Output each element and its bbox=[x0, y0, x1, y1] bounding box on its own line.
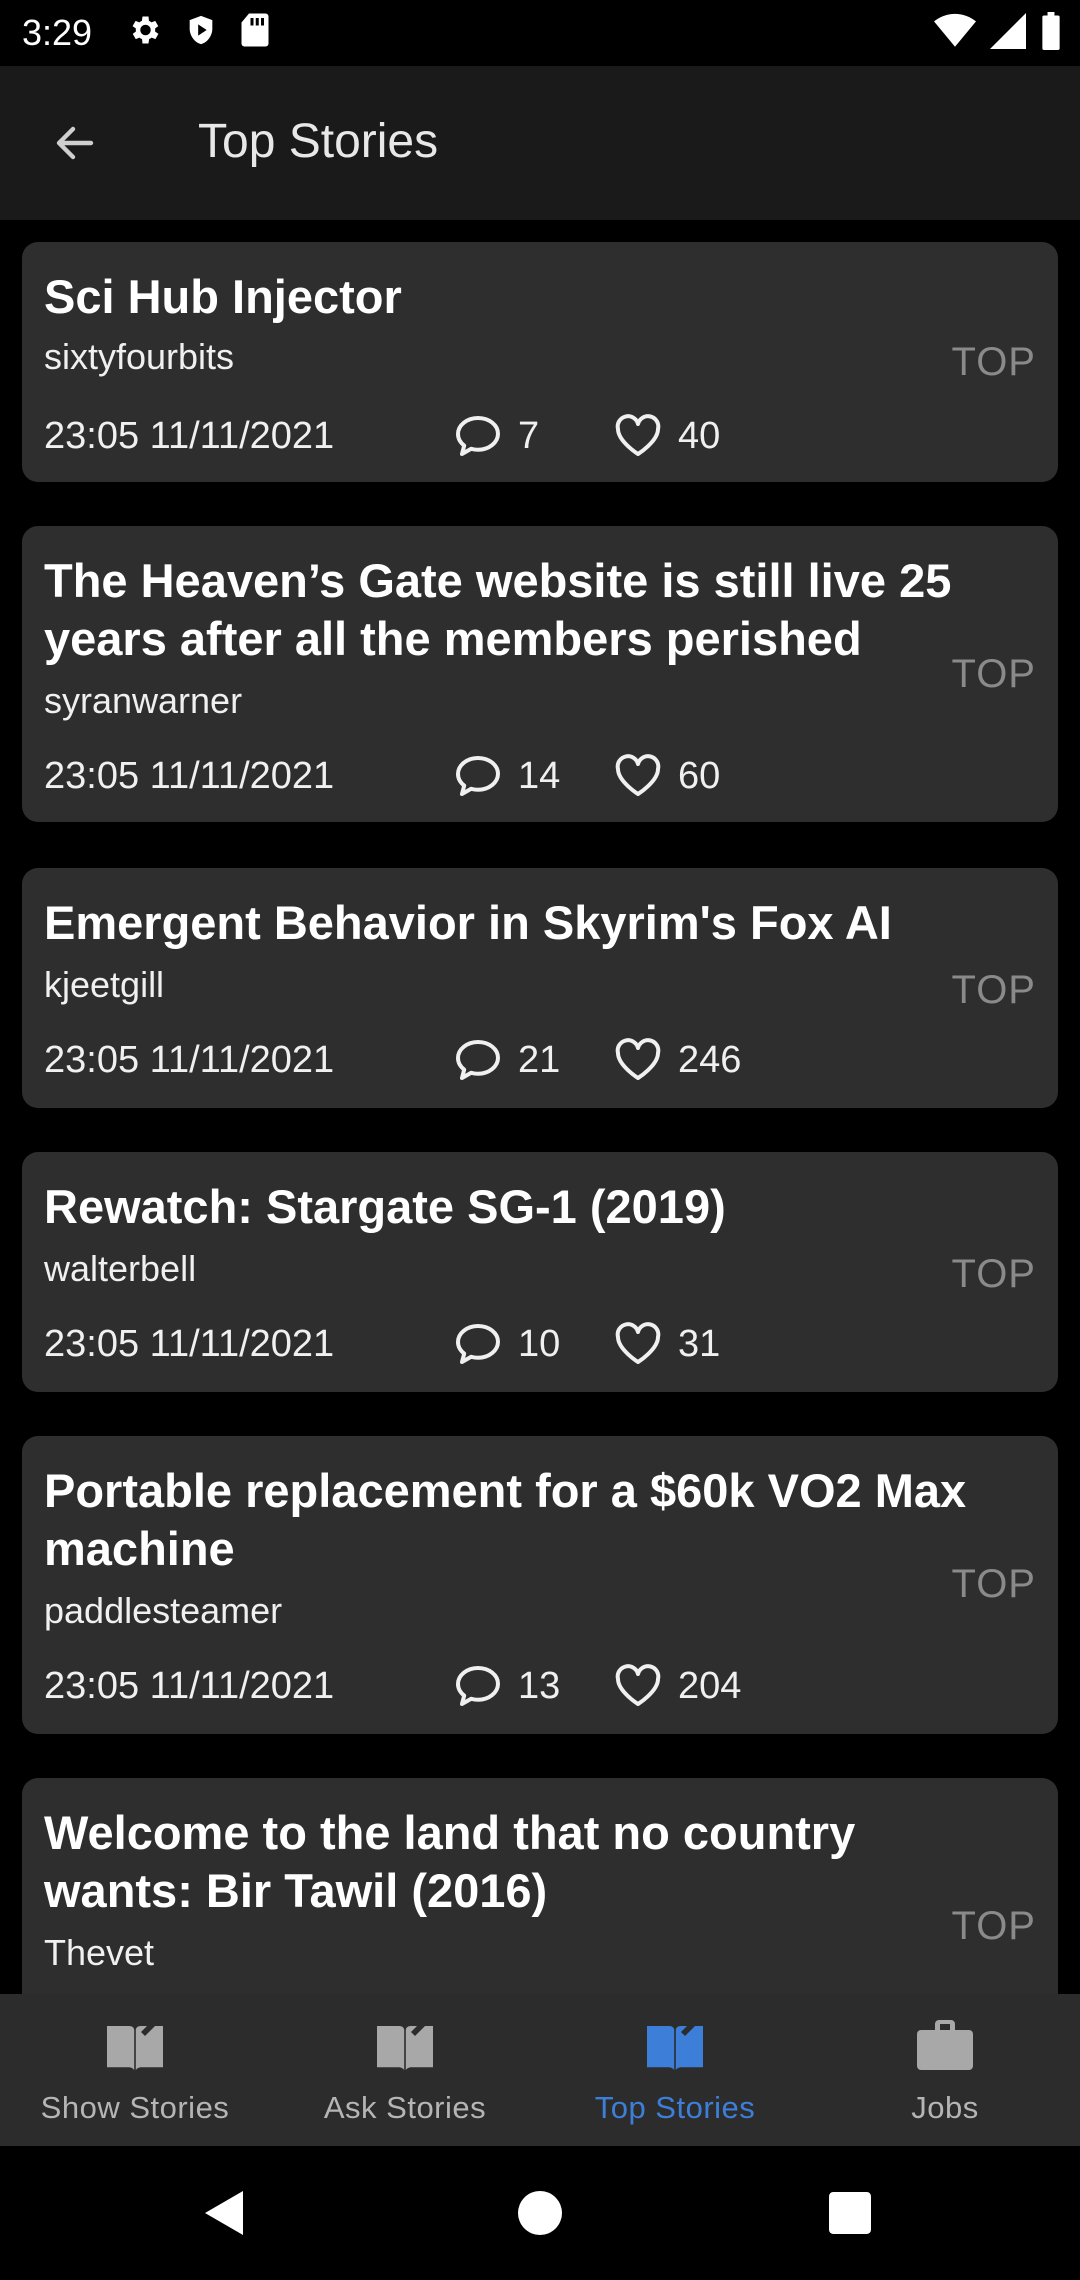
story-meta: 23:05 11/11/2021 10 31 bbox=[44, 1322, 720, 1366]
story-card[interactable]: The Heaven’s Gate website is still live … bbox=[22, 526, 1058, 822]
story-title[interactable]: Emergent Behavior in Skyrim's Fox AI bbox=[44, 894, 984, 952]
story-meta: 23:05 11/11/2021 7 40 bbox=[44, 414, 720, 458]
story-time: 23:05 11/11/2021 bbox=[44, 1322, 335, 1365]
story-meta: 23:05 11/11/2021 21 246 bbox=[44, 1038, 741, 1082]
comment-icon bbox=[456, 1666, 500, 1706]
tab-label: Show Stories bbox=[40, 2090, 230, 2125]
like-count[interactable]: 204 bbox=[614, 1664, 741, 1708]
comment-count-value: 13 bbox=[518, 1664, 561, 1707]
story-card[interactable]: Emergent Behavior in Skyrim's Fox AI kje… bbox=[22, 868, 1058, 1108]
like-count[interactable]: 60 bbox=[614, 754, 720, 798]
gear-icon bbox=[126, 12, 162, 53]
comment-icon bbox=[456, 756, 500, 796]
like-count-value: 40 bbox=[678, 414, 721, 457]
comment-count-value: 7 bbox=[518, 414, 540, 457]
heart-icon bbox=[615, 1038, 661, 1080]
story-card[interactable]: Welcome to the land that no country want… bbox=[22, 1778, 1058, 1994]
status-icons-left bbox=[126, 12, 270, 53]
book-open-icon bbox=[647, 2020, 703, 2070]
story-tag: TOP bbox=[951, 652, 1036, 696]
story-tag: TOP bbox=[951, 1252, 1036, 1296]
comment-count-value: 14 bbox=[518, 754, 561, 797]
story-title[interactable]: The Heaven’s Gate website is still live … bbox=[44, 552, 984, 668]
tab-show-stories[interactable]: Show Stories bbox=[0, 1994, 270, 2146]
story-tag: TOP bbox=[951, 340, 1036, 384]
story-meta: 23:05 11/11/2021 13 204 bbox=[44, 1664, 741, 1708]
comment-count[interactable]: 7 bbox=[454, 414, 614, 458]
story-time: 23:05 11/11/2021 bbox=[44, 754, 335, 797]
heart-icon bbox=[615, 1322, 661, 1364]
story-tag: TOP bbox=[951, 1904, 1036, 1948]
story-card[interactable]: Portable replacement for a $60k VO2 Max … bbox=[22, 1436, 1058, 1734]
sd-card-icon bbox=[240, 12, 270, 53]
book-open-icon bbox=[377, 2020, 433, 2070]
story-title[interactable]: Rewatch: Stargate SG-1 (2019) bbox=[44, 1178, 984, 1236]
comment-icon bbox=[456, 1040, 500, 1080]
like-count-value: 60 bbox=[678, 754, 721, 797]
heart-icon bbox=[615, 414, 661, 456]
wifi-icon bbox=[934, 13, 976, 54]
comment-count-value: 21 bbox=[518, 1038, 561, 1081]
arrow-left-icon bbox=[56, 126, 94, 160]
status-icons-right bbox=[934, 12, 1062, 55]
tab-label: Top Stories bbox=[594, 2090, 756, 2125]
system-home-button[interactable] bbox=[505, 2178, 575, 2248]
like-count-value: 204 bbox=[678, 1664, 742, 1707]
story-meta: 23:05 11/11/2021 14 60 bbox=[44, 754, 720, 798]
story-author: sixtyfourbits bbox=[44, 336, 235, 377]
heart-icon bbox=[615, 754, 661, 796]
story-author: kjeetgill bbox=[44, 964, 165, 1005]
comment-icon bbox=[456, 416, 500, 456]
shield-icon bbox=[184, 12, 218, 53]
like-count-value: 246 bbox=[678, 1038, 742, 1081]
story-card[interactable]: Sci Hub Injector sixtyfourbits 23:05 11/… bbox=[22, 242, 1058, 482]
story-time: 23:05 11/11/2021 bbox=[44, 1664, 335, 1707]
comment-icon bbox=[456, 1324, 500, 1364]
story-author: paddlesteamer bbox=[44, 1590, 283, 1631]
page-title: Top Stories bbox=[198, 115, 439, 168]
comment-count[interactable]: 13 bbox=[454, 1664, 614, 1708]
back-button[interactable] bbox=[40, 108, 110, 178]
bottom-navigation: Show Stories Ask Stories Top Stories Job… bbox=[0, 1994, 1080, 2146]
story-card[interactable]: Rewatch: Stargate SG-1 (2019) walterbell… bbox=[22, 1152, 1058, 1392]
like-count[interactable]: 31 bbox=[614, 1322, 720, 1366]
story-tag: TOP bbox=[951, 968, 1036, 1012]
like-count[interactable]: 246 bbox=[614, 1038, 741, 1082]
story-time: 23:05 11/11/2021 bbox=[44, 1038, 335, 1081]
status-time: 3:29 bbox=[22, 12, 93, 53]
system-back-button[interactable] bbox=[190, 2178, 260, 2248]
story-title[interactable]: Welcome to the land that no country want… bbox=[44, 1804, 984, 1920]
story-time: 23:05 11/11/2021 bbox=[44, 414, 335, 457]
signal-icon bbox=[990, 13, 1026, 54]
system-recents-button[interactable] bbox=[815, 2178, 885, 2248]
comment-count[interactable]: 21 bbox=[454, 1038, 614, 1082]
system-navigation-bar bbox=[0, 2146, 1080, 2280]
heart-icon bbox=[615, 1664, 661, 1706]
story-tag: TOP bbox=[951, 1562, 1036, 1606]
story-title[interactable]: Sci Hub Injector bbox=[44, 268, 984, 326]
recents-square-icon bbox=[829, 2192, 871, 2234]
comment-count-value: 10 bbox=[518, 1322, 561, 1365]
status-bar: 3:29 bbox=[0, 0, 1080, 66]
tab-label: Jobs bbox=[911, 2090, 979, 2125]
back-triangle-icon bbox=[205, 2191, 243, 2235]
battery-icon bbox=[1040, 12, 1062, 55]
briefcase-icon bbox=[917, 2020, 973, 2070]
comment-count[interactable]: 10 bbox=[454, 1322, 614, 1366]
story-author: walterbell bbox=[44, 1248, 197, 1289]
comment-count[interactable]: 14 bbox=[454, 754, 614, 798]
home-circle-icon bbox=[518, 2191, 562, 2235]
story-list[interactable]: Sci Hub Injector sixtyfourbits 23:05 11/… bbox=[0, 220, 1080, 1994]
tab-label: Ask Stories bbox=[323, 2090, 487, 2125]
story-author: syranwarner bbox=[44, 680, 243, 721]
story-author: Thevet bbox=[44, 1932, 155, 1973]
book-open-icon bbox=[107, 2020, 163, 2070]
tab-top-stories[interactable]: Top Stories bbox=[540, 1994, 810, 2146]
app-bar: Top Stories bbox=[0, 66, 1080, 220]
like-count-value: 31 bbox=[678, 1322, 721, 1365]
like-count[interactable]: 40 bbox=[614, 414, 720, 458]
tab-ask-stories[interactable]: Ask Stories bbox=[270, 1994, 540, 2146]
story-title[interactable]: Portable replacement for a $60k VO2 Max … bbox=[44, 1462, 984, 1578]
tab-jobs[interactable]: Jobs bbox=[810, 1994, 1080, 2146]
